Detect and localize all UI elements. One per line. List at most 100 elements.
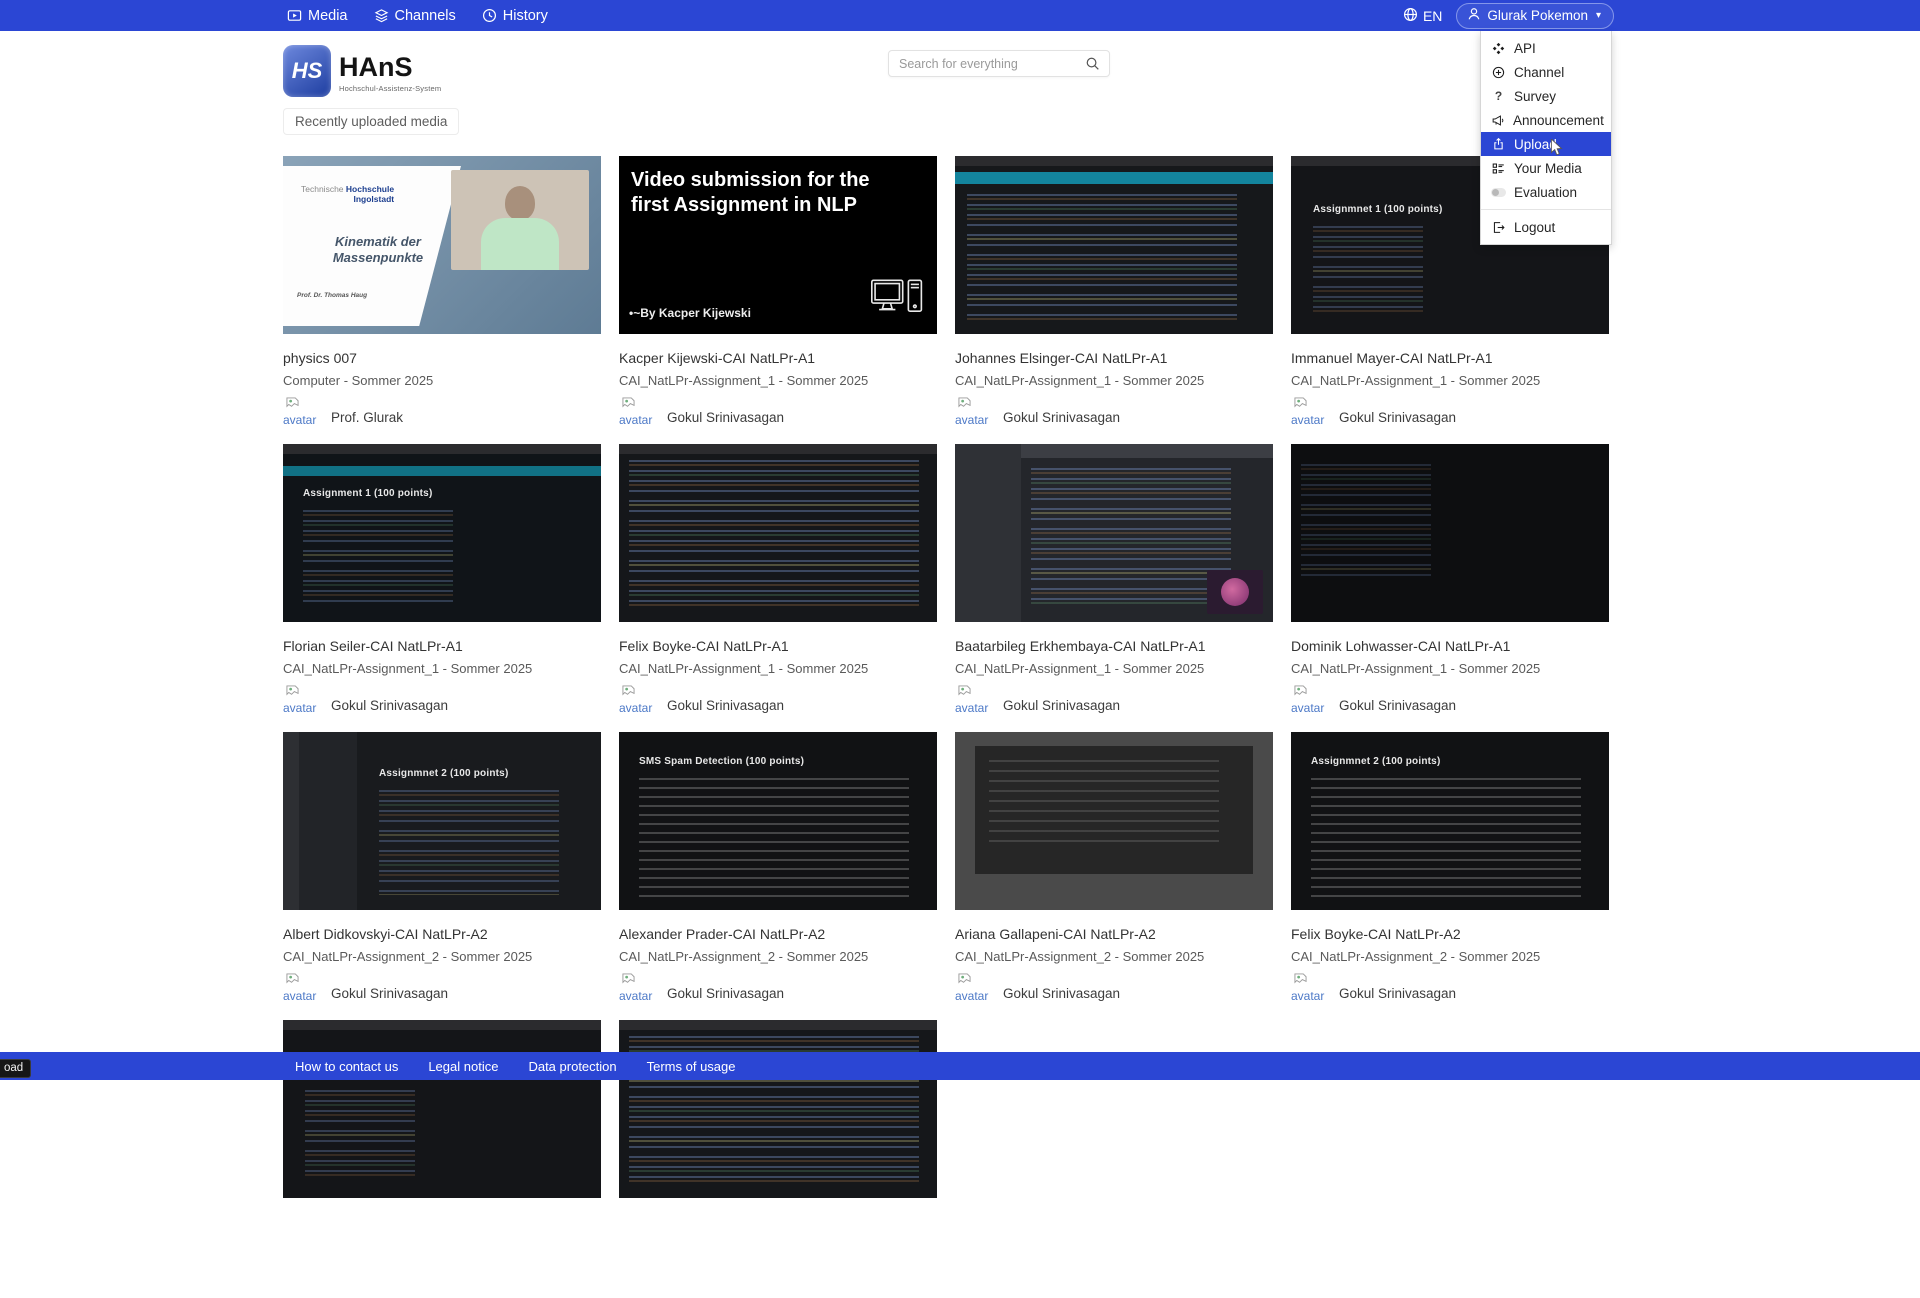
menu-item-api[interactable]: API <box>1481 36 1611 60</box>
uploader-row: avatar Gokul Srinivasagan <box>619 973 937 1003</box>
avatar-broken-image: avatar <box>1291 685 1327 715</box>
avatar-broken-image: avatar <box>1291 973 1327 1003</box>
thumbnail[interactable] <box>619 1020 937 1198</box>
avatar-alt-text: avatar <box>1291 701 1324 715</box>
nav-right: EN Glurak Pokemon ▾ <box>1403 0 1614 31</box>
card-course: CAI_NatLPr-Assignment_1 - Sommer 2025 <box>619 373 937 388</box>
thumbnail[interactable]: Assignmnet 2 (100 points) <box>283 1020 601 1198</box>
uploader-row: avatar Gokul Srinivasagan <box>283 685 601 715</box>
user-dropdown: API Channel ? Survey Announcement Upload… <box>1480 31 1612 245</box>
thumbnail[interactable]: Technische HochschuleIngolstadt Kinemati… <box>283 156 601 334</box>
plus-circle-icon <box>1491 66 1506 79</box>
card-title[interactable]: Alexander Prader-CAI NatLPr-A2 <box>619 926 937 942</box>
thumbnail[interactable]: Assignmnet 2 (100 points) <box>1291 732 1609 910</box>
card-title[interactable]: Ariana Gallapeni-CAI NatLPr-A2 <box>955 926 1273 942</box>
nav-item-label: Channels <box>395 8 456 24</box>
menu-item-label: Survey <box>1514 89 1556 104</box>
search-icon[interactable] <box>1085 56 1109 71</box>
card-title[interactable]: Immanuel Mayer-CAI NatLPr-A1 <box>1291 350 1609 366</box>
menu-item-logout[interactable]: Logout <box>1481 215 1611 239</box>
menu-item-channel[interactable]: Channel <box>1481 60 1611 84</box>
card-course: CAI_NatLPr-Assignment_2 - Sommer 2025 <box>1291 949 1609 964</box>
thumbnail[interactable] <box>955 156 1273 334</box>
footer-link-terms-of-usage[interactable]: Terms of usage <box>647 1059 736 1074</box>
card-title[interactable]: Albert Didkovskyi-CAI NatLPr-A2 <box>283 926 601 942</box>
logo-title: HAnS <box>339 54 441 81</box>
slide-byline: Prof. Dr. Thomas Haug <box>297 292 367 299</box>
media-card: Johannes Elsinger-CAI NatLPr-A1 CAI_NatL… <box>955 156 1273 434</box>
nav-item-label: History <box>503 8 548 24</box>
nav-item-channels[interactable]: Channels <box>374 8 456 24</box>
menu-item-survey[interactable]: ? Survey <box>1481 84 1611 108</box>
card-title[interactable]: Felix Boyke-CAI NatLPr-A2 <box>1291 926 1609 942</box>
nav-item-history[interactable]: History <box>482 8 548 24</box>
thumbnail[interactable] <box>1291 444 1609 622</box>
thumbnail[interactable] <box>619 444 937 622</box>
card-title[interactable]: Dominik Lohwasser-CAI NatLPr-A1 <box>1291 638 1609 654</box>
thumbnail[interactable]: Assignment 1 (100 points) <box>283 444 601 622</box>
avatar-broken-image: avatar <box>283 973 319 1003</box>
logout-icon <box>1491 221 1506 234</box>
card-title[interactable]: Felix Boyke-CAI NatLPr-A1 <box>619 638 937 654</box>
avatar-broken-image: avatar <box>619 973 655 1003</box>
thumbnail[interactable]: Video submission for the first Assignmen… <box>619 156 937 334</box>
avatar-alt-text: avatar <box>619 701 652 715</box>
thumb-heading: Assignmnet 2 (100 points) <box>379 768 508 779</box>
uploader-name: Gokul Srinivasagan <box>1003 986 1120 1003</box>
avatar-alt-text: avatar <box>283 413 316 427</box>
nav-item-media[interactable]: Media <box>287 8 348 24</box>
card-title[interactable]: Florian Seiler-CAI NatLPr-A1 <box>283 638 601 654</box>
footer: How to contact us Legal notice Data protec… <box>0 1052 1920 1080</box>
search-input[interactable] <box>889 57 1085 71</box>
card-title[interactable]: Kacper Kijewski-CAI NatLPr-A1 <box>619 350 937 366</box>
menu-item-your-media[interactable]: Your Media <box>1481 156 1611 180</box>
media-card: Assignment 1 (100 points) Florian Seiler-… <box>283 444 601 722</box>
menu-item-evaluation[interactable]: Evaluation <box>1481 180 1611 204</box>
menu-item-label: Evaluation <box>1514 185 1577 200</box>
avatar-alt-text: avatar <box>283 989 316 1003</box>
thumbnail[interactable]: SMS Spam Detection (100 points) <box>619 732 937 910</box>
card-title[interactable]: Johannes Elsinger-CAI NatLPr-A1 <box>955 350 1273 366</box>
uploader-row: avatar Prof. Glurak <box>283 397 601 427</box>
top-navbar: Media Channels History EN Glurak Pokemon… <box>0 0 1920 31</box>
language-button[interactable]: EN <box>1403 7 1442 25</box>
avatar-alt-text: avatar <box>955 701 988 715</box>
thumbnail[interactable] <box>955 732 1273 910</box>
uploader-row: avatar Gokul Srinivasagan <box>1291 685 1609 715</box>
card-course: CAI_NatLPr-Assignment_1 - Sommer 2025 <box>1291 373 1609 388</box>
thumb-heading: Assignment 1 (100 points) <box>303 488 432 499</box>
uploader-row: avatar Gokul Srinivasagan <box>619 397 937 427</box>
media-grid: Technische HochschuleIngolstadt Kinemati… <box>283 156 1609 1298</box>
thumbnail[interactable] <box>955 444 1273 622</box>
toggle-icon <box>1491 188 1506 197</box>
media-card: Baatarbileg Erkhembaya-CAI NatLPr-A1 CAI… <box>955 444 1273 722</box>
uploader-row: avatar Gokul Srinivasagan <box>283 973 601 1003</box>
footer-link-legal-notice[interactable]: Legal notice <box>428 1059 498 1074</box>
language-label: EN <box>1423 8 1442 24</box>
media-card: SMS Spam Detection (100 points) Alexander… <box>619 732 937 1010</box>
card-course: CAI_NatLPr-Assignment_1 - Sommer 2025 <box>955 661 1273 676</box>
uploader-row: avatar Gokul Srinivasagan <box>955 685 1273 715</box>
menu-item-upload[interactable]: Upload <box>1481 132 1611 156</box>
footer-links: How to contact us Legal notice Data protec… <box>295 1059 736 1074</box>
avatar-alt-text: avatar <box>619 413 652 427</box>
menu-item-label: API <box>1514 41 1536 56</box>
footer-link-how-to-contact-us[interactable]: How to contact us <box>295 1059 398 1074</box>
user-menu-button[interactable]: Glurak Pokemon ▾ <box>1456 3 1614 29</box>
media-card: Assignmnet 2 (100 points) Felix Boyke-CAI… <box>1291 732 1609 1010</box>
chevron-down-icon: ▾ <box>1596 10 1601 21</box>
thumb-byline: •~By Kacper Kijewski <box>629 306 751 320</box>
menu-item-announcement[interactable]: Announcement <box>1481 108 1611 132</box>
uploader-name: Gokul Srinivasagan <box>1003 410 1120 427</box>
card-title[interactable]: physics 007 <box>283 350 601 366</box>
footer-link-data-protection[interactable]: Data protection <box>528 1059 616 1074</box>
avatar-broken-image: avatar <box>955 397 991 427</box>
avatar-broken-image: avatar <box>955 973 991 1003</box>
webcam-overlay <box>451 170 589 270</box>
megaphone-icon <box>1491 114 1505 127</box>
media-card: Technische HochschuleIngolstadt Kinemati… <box>283 156 601 434</box>
thumbnail[interactable]: Assignmnet 2 (100 points) <box>283 732 601 910</box>
avatar-broken-image: avatar <box>1291 397 1327 427</box>
app-logo[interactable]: HS HAnS Hochschul-Assistenz-System <box>283 45 441 97</box>
card-title[interactable]: Baatarbileg Erkhembaya-CAI NatLPr-A1 <box>955 638 1273 654</box>
